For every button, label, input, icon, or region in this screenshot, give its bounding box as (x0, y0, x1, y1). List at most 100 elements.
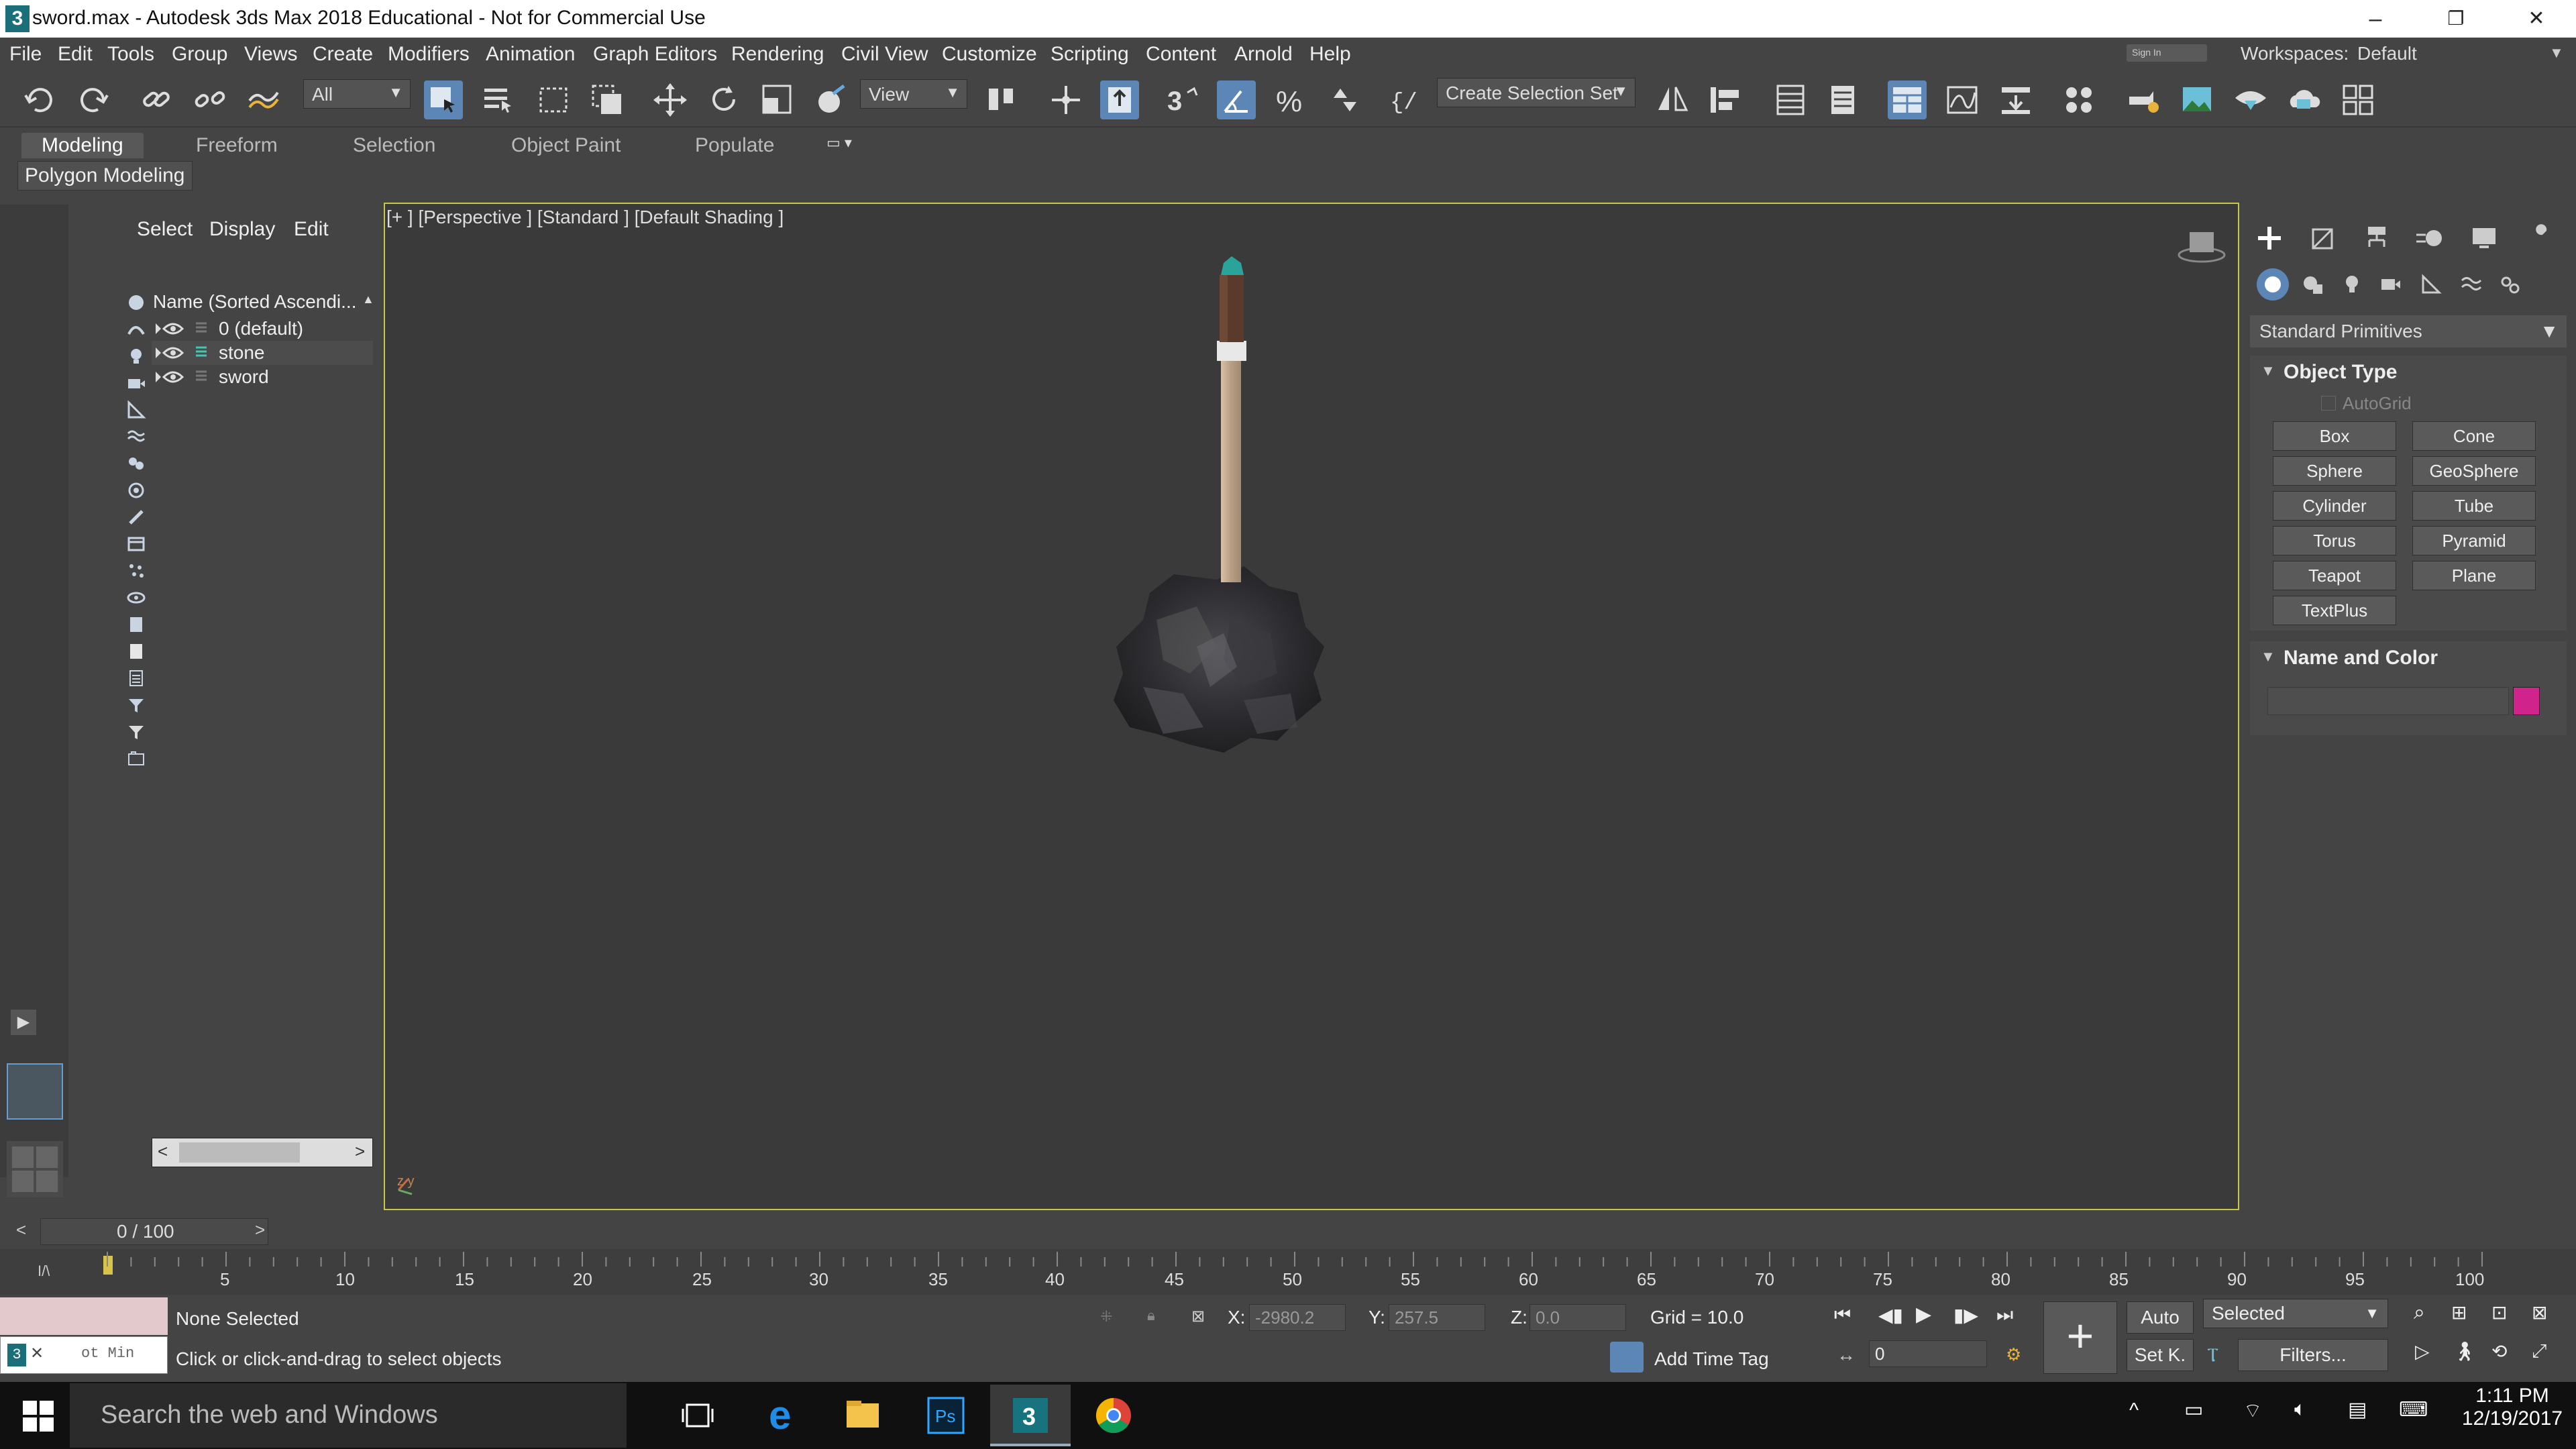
display-particles-icon[interactable] (126, 561, 146, 581)
menu-group[interactable]: Group (172, 43, 227, 66)
textplus-button[interactable]: TextPlus (2273, 596, 2396, 625)
rendered-frame-window-icon[interactable] (2178, 80, 2216, 119)
maximize-button[interactable]: ❐ (2426, 4, 2486, 34)
notifications-icon[interactable]: ▤ (2348, 1398, 2367, 1421)
space-warps-category-icon[interactable] (2455, 268, 2487, 301)
display-xrefs-icon[interactable] (126, 480, 146, 500)
windows-start-icon[interactable] (23, 1401, 54, 1432)
zoom-extents-all-icon[interactable]: ⊠ (2532, 1301, 2547, 1324)
rotate-icon[interactable] (704, 80, 743, 119)
next-frame-icon[interactable]: ▮▶︎ (1953, 1304, 1978, 1326)
teapot-button[interactable]: Teapot (2273, 561, 2396, 590)
volume-icon[interactable]: 🔈︎ (2294, 1398, 2306, 1421)
object-type-title[interactable]: Object Type (2284, 361, 2397, 384)
add-time-tag-button[interactable]: Add Time Tag (1654, 1348, 1769, 1370)
display-containers-icon[interactable] (126, 534, 146, 554)
explorer-menu-edit[interactable]: Edit (294, 218, 329, 241)
scale-icon[interactable] (758, 80, 797, 119)
keyboard-icon[interactable]: ⌨ (2399, 1398, 2428, 1421)
previous-frame-icon[interactable]: ◀︎▮ (1878, 1304, 1903, 1326)
key-filter-dropdown[interactable]: Selected ▼ (2203, 1299, 2388, 1328)
taskbar-clock[interactable]: 1:11 PM 12/19/2017 (2455, 1385, 2569, 1430)
display-invert-icon[interactable] (126, 641, 146, 661)
go-to-end-icon[interactable]: ⏭ (1996, 1304, 2013, 1326)
render-setup-icon[interactable] (2124, 80, 2163, 119)
chevron-down-icon[interactable]: ▼ (2549, 44, 2564, 62)
menu-scripting[interactable]: Scripting (1051, 43, 1129, 66)
menu-modifiers[interactable]: Modifiers (388, 43, 470, 66)
reference-coordinate-dropdown[interactable]: View ▼ (860, 79, 967, 109)
next-frame-icon[interactable]: > (255, 1220, 265, 1240)
menu-tools[interactable]: Tools (107, 43, 154, 66)
menu-content[interactable]: Content (1146, 43, 1216, 66)
bind-space-warp-icon[interactable] (244, 80, 283, 119)
taskbar-search-box[interactable]: Search the web and Windows (70, 1383, 627, 1448)
list-item[interactable]: 0 (default) (152, 317, 373, 341)
maxscript-listener-input[interactable]: 3 ✕ ot Min (0, 1336, 168, 1374)
box-button[interactable]: Box (2273, 421, 2396, 451)
spinner-snap-icon[interactable] (1326, 80, 1364, 119)
snaps-toggle-icon[interactable]: 3 (1163, 80, 1202, 119)
undo-icon[interactable] (20, 80, 59, 119)
display-tab-icon[interactable] (2465, 221, 2504, 255)
zoom-icon[interactable]: ⌕ (2414, 1301, 2425, 1324)
display-space-warps-icon[interactable] (126, 427, 146, 447)
time-tag-icon[interactable] (1610, 1342, 1644, 1373)
scroll-right-icon[interactable]: > (355, 1141, 365, 1162)
tab-selection[interactable]: Selection (353, 134, 435, 157)
prev-frame-icon[interactable]: < (16, 1220, 26, 1240)
modify-tab-icon[interactable] (2304, 221, 2343, 255)
select-by-name-icon[interactable] (479, 80, 518, 119)
collapse-triangle-icon[interactable]: ▼ (2261, 362, 2275, 380)
filter-funnel-icon[interactable] (126, 722, 146, 742)
placement-icon[interactable] (812, 80, 851, 119)
tab-freeform[interactable]: Freeform (196, 134, 278, 157)
go-to-start-icon[interactable]: ⏮ (1834, 1304, 1851, 1326)
viewport-label[interactable]: [+ ] [Perspective ] [Standard ] [Default… (386, 207, 784, 228)
display-all-icon[interactable] (126, 588, 146, 608)
absolute-mode-icon[interactable]: ⊠ (1191, 1307, 1205, 1326)
keyboard-shortcut-override-icon[interactable] (1100, 80, 1139, 119)
object-color-swatch[interactable] (2513, 687, 2540, 715)
geosphere-button[interactable]: GeoSphere (2412, 456, 2536, 486)
toggle-ribbon-icon[interactable] (1888, 80, 1927, 119)
eye-icon[interactable] (154, 343, 186, 362)
angle-snap-icon[interactable] (1217, 80, 1256, 119)
display-cameras-icon[interactable] (126, 373, 146, 393)
unlink-icon[interactable] (191, 80, 229, 119)
set-key-icon[interactable]: + (2043, 1301, 2117, 1374)
tab-modeling[interactable]: Modeling (21, 133, 144, 158)
redo-icon[interactable] (74, 80, 113, 119)
torus-button[interactable]: Torus (2273, 526, 2396, 555)
stone-object[interactable] (1114, 566, 1324, 753)
lock-icon[interactable]: 🔒︎ (1147, 1307, 1155, 1324)
x-coordinate-field[interactable]: -2980.2 (1249, 1304, 1346, 1331)
shapes-category-icon[interactable] (2297, 268, 2329, 301)
link-icon[interactable] (137, 80, 176, 119)
default-tangent-icon[interactable]: Ⲧ (2207, 1344, 2218, 1366)
menu-create[interactable]: Create (313, 43, 373, 66)
display-groups-icon[interactable] (126, 453, 146, 474)
explorer-column-header[interactable]: Name (Sorted Ascendi... (153, 291, 356, 313)
cameras-category-icon[interactable] (2375, 268, 2407, 301)
find-icon[interactable] (126, 749, 146, 769)
scroll-thumb[interactable] (179, 1142, 300, 1163)
edge-browser-icon[interactable]: e (742, 1385, 822, 1446)
auto-key-button[interactable]: Auto (2127, 1301, 2194, 1334)
display-geometry-icon[interactable] (126, 292, 146, 313)
file-explorer-icon[interactable] (822, 1385, 903, 1446)
menu-help[interactable]: Help (1309, 43, 1351, 66)
wifi-icon[interactable]: ⌔ (2243, 1398, 2262, 1424)
workspaces-dropdown[interactable]: Default (2357, 43, 2417, 64)
list-item[interactable]: stone (152, 341, 373, 365)
material-editor-icon[interactable] (2059, 80, 2098, 119)
walk-through-icon[interactable]: 🚶︎ (2453, 1340, 2477, 1362)
percent-snap-icon[interactable]: % (1272, 80, 1311, 119)
cone-button[interactable]: Cone (2412, 421, 2536, 451)
tube-button[interactable]: Tube (2412, 491, 2536, 521)
create-tab-icon[interactable] (2250, 221, 2289, 255)
scroll-left-icon[interactable]: < (158, 1141, 168, 1162)
sign-in-button[interactable]: Sign In (2127, 44, 2207, 62)
eye-icon[interactable] (154, 368, 186, 386)
collapse-triangle-icon[interactable]: ▼ (2261, 648, 2275, 665)
